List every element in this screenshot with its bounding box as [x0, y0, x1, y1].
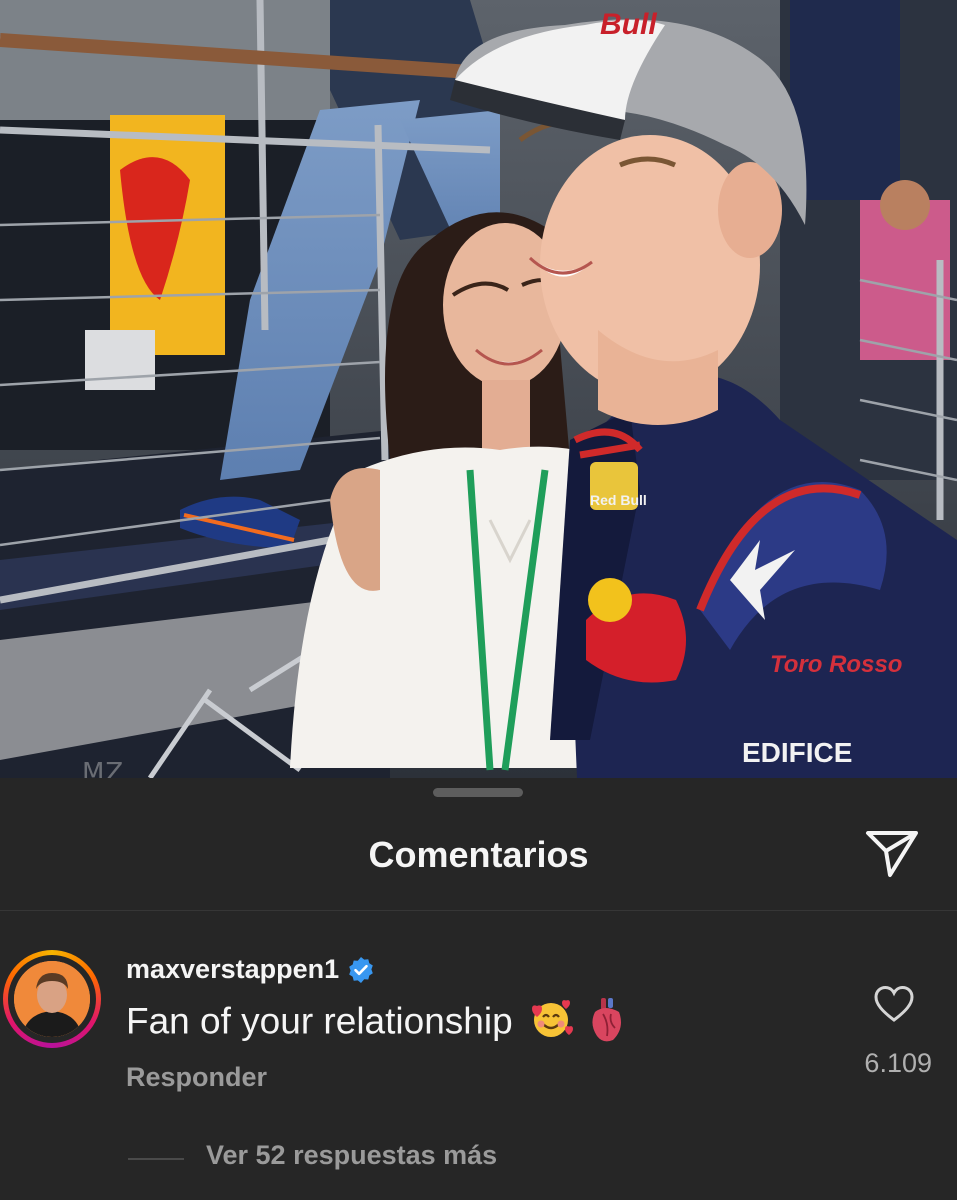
sheet-drag-handle[interactable]: [433, 788, 523, 797]
avatar-image: [14, 961, 90, 1037]
suit-logo-edifice: EDIFICE: [742, 737, 852, 768]
like-count: 6.109: [864, 1048, 932, 1078]
avatar-story-ring[interactable]: [3, 950, 101, 1048]
photo-watermark: MZ: [82, 758, 125, 778]
verified-badge-icon: [349, 956, 373, 983]
replies-divider-line: [128, 1158, 184, 1160]
paper-plane-icon: [866, 831, 918, 877]
header-divider: [0, 910, 957, 911]
comment-text: Fan of your relationship: [126, 1000, 513, 1042]
suit-logo-tororosso: Toro Rosso: [770, 651, 902, 678]
cap-logo-text: Bull: [600, 8, 657, 41]
comment-author-row: maxverstappen1: [126, 954, 375, 985]
comments-sheet: Comentarios maxverstappen1 Fan of your r…: [0, 778, 957, 1200]
like-button[interactable]: [870, 982, 918, 1026]
reply-button[interactable]: Responder: [126, 1062, 267, 1093]
view-replies-button[interactable]: Ver 52 respuestas más: [206, 1140, 497, 1171]
sheet-title: Comentarios: [368, 834, 589, 875]
share-button[interactable]: [862, 828, 922, 880]
smiling-face-with-hearts-emoji: [529, 997, 573, 1050]
avatar: [14, 961, 90, 1037]
anatomical-heart-emoji: [589, 996, 625, 1051]
heart-icon: [874, 985, 914, 1022]
suit-logo-redbull: Red Bull: [590, 492, 647, 508]
photo-illustration: Bull Red Bull Toro Rosso EDIFICE: [0, 0, 957, 778]
comment-body: Fan of your relationship: [126, 996, 625, 1051]
comment-username[interactable]: maxverstappen1: [126, 954, 339, 985]
post-photo: Bull Red Bull Toro Rosso EDIFICE MZ: [0, 0, 957, 778]
